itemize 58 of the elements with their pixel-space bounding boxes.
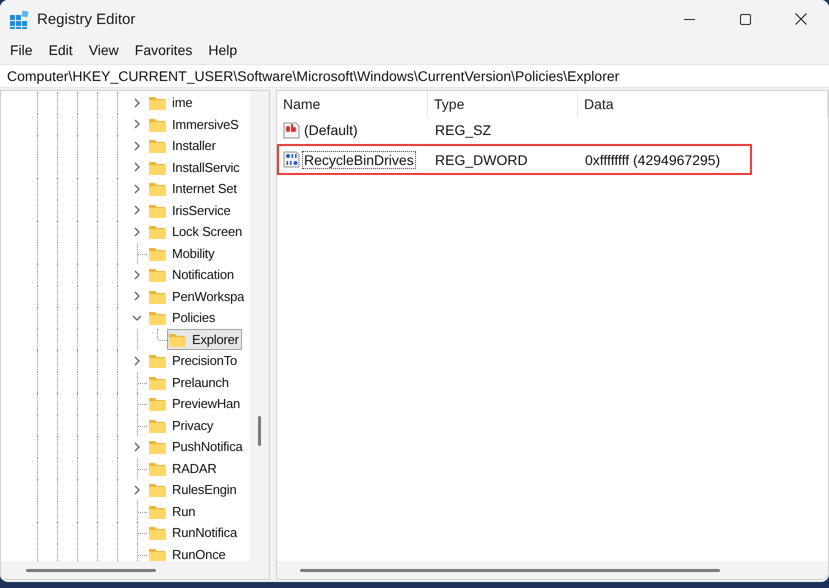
app-icon (10, 10, 29, 28)
tree-item[interactable]: Lock Screen (147, 221, 246, 242)
window-title: Registry Editor (37, 10, 136, 28)
tree-item[interactable]: PrecisionTo (147, 350, 240, 372)
tree-item[interactable]: PushNotifica (147, 436, 246, 458)
tree-item[interactable]: Internet Set (147, 178, 240, 200)
tree-item[interactable]: RulesEngin (147, 479, 240, 500)
menu-item[interactable]: Help (202, 39, 244, 61)
binary-value-icon (283, 151, 300, 168)
tree-item[interactable]: Run (147, 500, 198, 522)
column-header[interactable]: Name (277, 91, 428, 117)
value-name[interactable]: (Default) (302, 121, 360, 139)
horizontal-scrollbar[interactable] (1, 561, 250, 579)
menu-item[interactable]: File (4, 39, 39, 61)
close-icon (795, 13, 807, 25)
column-header[interactable]: Type (428, 91, 578, 117)
tree-item[interactable]: ime (147, 92, 196, 114)
tree-item[interactable]: ImmersiveS (147, 114, 242, 135)
value-name[interactable]: RecycleBinDrives (302, 150, 416, 168)
value-type: REG_DWORD (434, 152, 529, 168)
tree-item[interactable]: IrisService (147, 200, 234, 221)
tree-item[interactable]: PenWorkspa (147, 286, 248, 307)
folder-icon (148, 137, 167, 154)
maximize-icon (740, 14, 750, 24)
folder-icon (148, 352, 167, 370)
tree-item[interactable]: Notification (147, 264, 237, 286)
tree-item[interactable]: RADAR (147, 458, 220, 479)
tree-item[interactable]: RunNotifica (147, 522, 240, 544)
folder-icon (148, 223, 167, 240)
folder-icon (148, 180, 167, 198)
tree-item[interactable]: RunOnce (147, 544, 229, 565)
tree-item[interactable]: PreviewHan (147, 393, 244, 414)
folder-icon (148, 524, 167, 542)
folder-icon (148, 481, 167, 498)
string-value-icon (283, 122, 300, 138)
menu-item[interactable]: Edit (42, 39, 79, 61)
menu-item[interactable]: Favorites (128, 39, 198, 61)
folder-icon (148, 266, 167, 284)
folder-icon (148, 395, 167, 412)
folder-icon (148, 94, 167, 112)
menu-item[interactable]: View (82, 39, 125, 61)
scrollbar-thumb[interactable] (300, 569, 720, 572)
scrollbar-thumb[interactable] (26, 569, 156, 572)
value-type: REG_SZ (434, 122, 492, 138)
scrollbar-thumb[interactable] (258, 416, 261, 446)
vertical-scrollbar[interactable] (250, 91, 269, 579)
column-header[interactable]: Data (578, 91, 828, 117)
address-field[interactable]: Computer\HKEY_CURRENT_USER\Software\Microsoft\Windows\CurrentVersion\Policies\Explorer (0, 64, 829, 88)
tree-item[interactable]: Installer (147, 135, 219, 156)
tree-item[interactable]: Policies (147, 307, 218, 328)
value-data: 0xffffffff (4294967295) (584, 152, 722, 168)
tree-item[interactable]: Explorer (167, 328, 242, 350)
tree-item[interactable]: Mobility (147, 242, 218, 264)
folder-icon (148, 309, 167, 326)
tree-item[interactable]: Privacy (147, 414, 216, 436)
folder-icon (148, 438, 167, 456)
tree-item[interactable]: Prelaunch (147, 372, 232, 393)
tree-item[interactable]: InstallServic (147, 156, 242, 178)
